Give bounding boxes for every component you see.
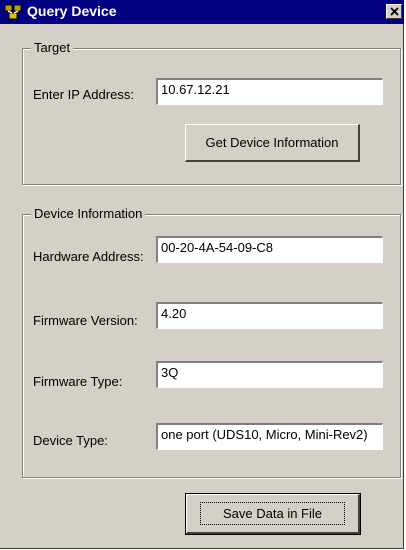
device-type-field[interactable]: one port (UDS10, Micro, Mini-Rev2): [156, 423, 383, 450]
device-type-label: Device Type:: [33, 433, 108, 448]
device-information-legend: Device Information: [31, 206, 146, 221]
save-data-button-label: Save Data in File: [200, 502, 345, 525]
title-bar[interactable]: Query Device: [0, 0, 404, 24]
hardware-address-field[interactable]: 00-20-4A-54-09-C8: [156, 236, 383, 263]
query-device-dialog: Query Device Target Enter IP Address: 10…: [0, 0, 404, 549]
firmware-type-label: Firmware Type:: [33, 374, 123, 389]
get-device-information-button[interactable]: Get Device Information: [185, 124, 360, 162]
firmware-type-field[interactable]: 3Q: [156, 361, 383, 388]
close-icon: [390, 7, 399, 16]
target-group-legend: Target: [31, 40, 74, 55]
window-title: Query Device: [27, 3, 117, 19]
firmware-version-label: Firmware Version:: [33, 313, 138, 328]
ip-address-label: Enter IP Address:: [33, 87, 134, 102]
target-group: Target: [22, 40, 401, 185]
save-data-button[interactable]: Save Data in File: [185, 493, 361, 535]
hardware-address-label: Hardware Address:: [33, 249, 144, 264]
firmware-version-field[interactable]: 4.20: [156, 302, 383, 329]
close-button[interactable]: [386, 4, 402, 19]
ip-address-input[interactable]: 10.67.12.21: [156, 78, 383, 105]
network-device-icon: [4, 4, 22, 20]
